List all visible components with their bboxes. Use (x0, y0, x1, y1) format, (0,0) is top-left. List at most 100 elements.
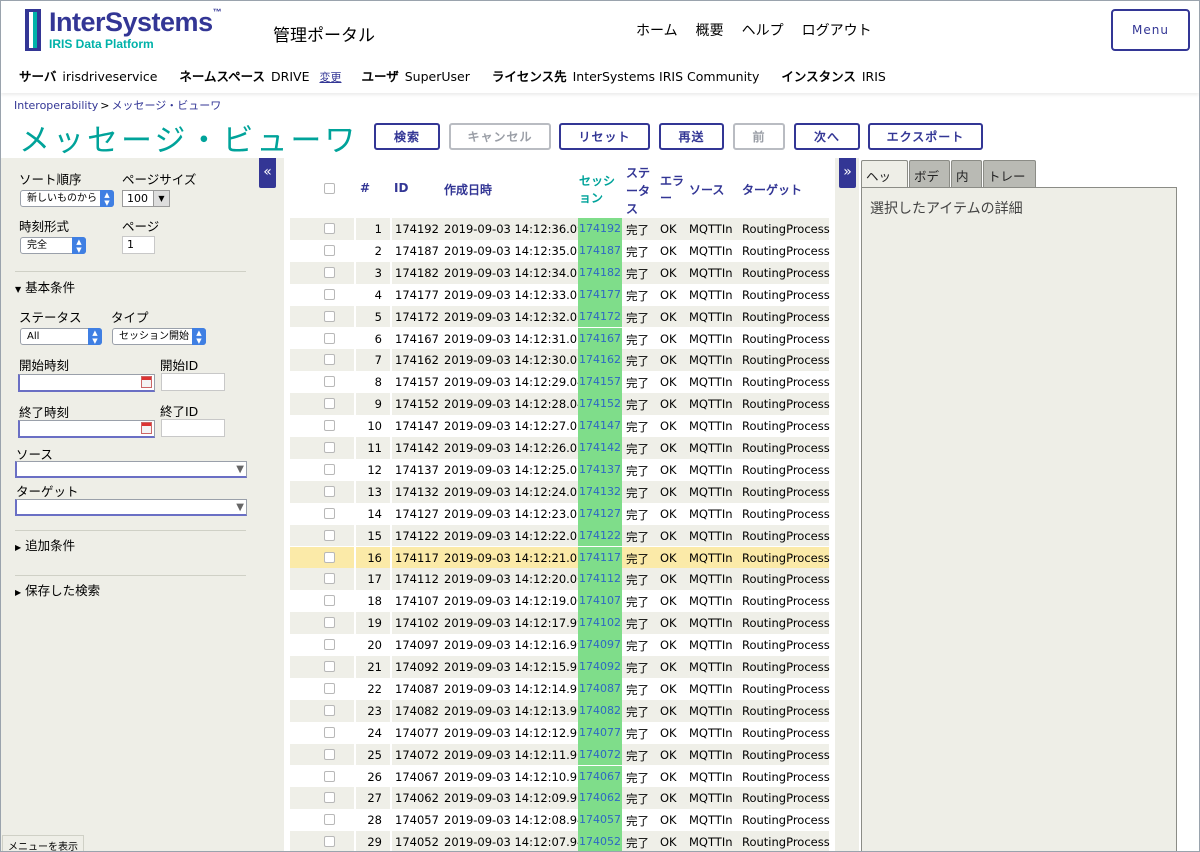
row-checkbox[interactable] (324, 223, 335, 234)
breadcrumb-interoperability-link[interactable]: Interoperability (14, 99, 98, 112)
intersystems-logo[interactable]: InterSystems™ IRIS Data Platform (23, 7, 223, 53)
row-session-link[interactable]: 174177 (578, 283, 622, 306)
row-session-link[interactable]: 174147 (578, 415, 622, 437)
row-session-link[interactable]: 174107 (578, 590, 622, 613)
table-row[interactable]: 8 174157 2019-09-03 14:12:29.045 174157 完了 OK… (290, 371, 830, 394)
table-row[interactable]: 16 174117 2019-09-03 14:12:21.015 174117 完了 O… (290, 546, 830, 569)
row-session-link[interactable]: 174072 (578, 743, 622, 766)
reset-button[interactable]: リセット (559, 123, 650, 150)
row-session-link[interactable]: 174122 (578, 524, 622, 547)
row-checkbox[interactable] (324, 529, 335, 541)
row-session-link[interactable]: 174057 (578, 809, 622, 832)
table-row[interactable]: 15 174122 2019-09-03 14:12:22.020 174122 完了 O… (290, 524, 830, 547)
row-session-link[interactable]: 174102 (578, 612, 622, 635)
row-checkbox[interactable] (324, 661, 335, 672)
type-select[interactable]: セッション開始 ▲ ▼ (112, 328, 206, 345)
row-session-link[interactable]: 174162 (578, 349, 622, 372)
table-row[interactable]: 24 174077 2019-09-03 14:12:12.967 174077 完了 O… (290, 721, 830, 744)
row-session-link[interactable]: 174167 (578, 327, 622, 350)
cancel-button[interactable]: キャンセル (449, 123, 551, 150)
row-checkbox[interactable] (324, 266, 335, 278)
row-session-link[interactable]: 174182 (578, 261, 622, 284)
col-header-target[interactable]: ターゲット (742, 181, 802, 198)
change-namespace-link[interactable]: 変更 (319, 71, 341, 84)
table-row[interactable]: 4 174177 2019-09-03 14:12:33.070 174177 完了 OK… (290, 283, 830, 306)
time-format-select[interactable]: 完全 ▲ ▼ (20, 237, 86, 254)
expand-right-panel-button[interactable]: » (839, 158, 856, 188)
row-checkbox[interactable] (324, 792, 335, 804)
row-session-link[interactable]: 174052 (578, 831, 622, 851)
basic-conditions-toggle[interactable]: ▼ 基本条件 (15, 277, 75, 296)
col-header-session[interactable]: セッション (579, 173, 619, 207)
combo-arrow-icon[interactable]: ▼ (236, 464, 244, 475)
table-row[interactable]: 19 174102 2019-09-03 14:12:17.995 174102 完了 O… (290, 612, 830, 635)
row-checkbox[interactable] (324, 814, 335, 826)
export-button[interactable]: エクスポート (868, 123, 983, 150)
tab-trace[interactable]: トレース (983, 160, 1036, 203)
page-input[interactable]: 1 (122, 236, 155, 254)
col-header-created[interactable]: 作成日時 (444, 181, 492, 198)
table-row[interactable]: 18 174107 2019-09-03 14:12:19.002 174107 完了 O… (290, 590, 830, 613)
row-checkbox[interactable] (324, 682, 335, 694)
row-session-link[interactable]: 174117 (578, 546, 622, 569)
row-checkbox[interactable] (324, 442, 335, 453)
calendar-icon[interactable] (141, 422, 152, 434)
table-row[interactable]: 28 174057 2019-09-03 14:12:08.945 174057 完了 O… (290, 809, 830, 832)
row-session-link[interactable]: 174137 (578, 458, 622, 481)
nav-home-link[interactable]: ホーム (636, 20, 678, 40)
row-checkbox[interactable] (324, 244, 335, 256)
saved-searches-toggle[interactable]: ▶ 保存した検索 (15, 580, 100, 599)
row-session-link[interactable]: 174112 (578, 568, 622, 591)
row-checkbox[interactable] (324, 836, 335, 848)
table-row[interactable]: 5 174172 2019-09-03 14:12:32.064 174172 完了 OK… (290, 305, 830, 328)
row-checkbox[interactable] (324, 288, 335, 300)
tab-body[interactable]: ボディ (909, 160, 950, 203)
col-header-error[interactable]: エラー (660, 173, 686, 207)
target-combobox[interactable]: ▼ (15, 499, 247, 516)
table-row[interactable]: 7 174162 2019-09-03 14:12:30.052 174162 完了 OK… (290, 349, 830, 372)
table-row[interactable]: 21 174092 2019-09-03 14:12:15.982 174092 完了 O… (290, 656, 830, 678)
calendar-icon[interactable] (141, 376, 152, 388)
menu-button[interactable]: Menu (1111, 9, 1190, 51)
row-checkbox[interactable] (324, 573, 335, 585)
next-button[interactable]: 次へ (794, 123, 860, 150)
table-row[interactable]: 13 174132 2019-09-03 14:12:24.012 174132 完了 O… (290, 480, 830, 503)
row-checkbox[interactable] (324, 551, 335, 563)
row-checkbox[interactable] (324, 420, 335, 432)
extra-conditions-toggle[interactable]: ▶ 追加条件 (15, 535, 75, 554)
row-checkbox[interactable] (324, 398, 335, 410)
row-session-link[interactable]: 174157 (578, 371, 622, 394)
table-row[interactable]: 1 174192 2019-09-03 14:12:36.099 174192 完了 OK… (290, 218, 830, 240)
row-checkbox[interactable] (324, 704, 335, 716)
row-session-link[interactable]: 174152 (578, 393, 622, 416)
table-row[interactable]: 25 174072 2019-09-03 14:12:11.962 174072 完了 O… (290, 743, 830, 766)
row-checkbox[interactable] (324, 726, 335, 738)
table-row[interactable]: 11 174142 2019-09-03 14:12:26.023 174142 完了 O… (290, 437, 830, 459)
table-row[interactable]: 17 174112 2019-09-03 14:12:20.009 174112 完了 O… (290, 568, 830, 591)
combo-arrow-icon[interactable]: ▼ (236, 502, 244, 513)
nav-help-link[interactable]: ヘルプ (742, 20, 784, 40)
row-checkbox[interactable] (324, 595, 335, 607)
row-session-link[interactable]: 174067 (578, 765, 622, 788)
row-checkbox[interactable] (324, 748, 335, 760)
col-header-id[interactable]: ID (394, 181, 408, 195)
start-id-input[interactable] (161, 373, 225, 391)
source-combobox[interactable]: ▼ (15, 461, 247, 478)
status-select[interactable]: All ▲ ▼ (20, 328, 102, 345)
row-checkbox[interactable] (324, 354, 335, 366)
table-row[interactable]: 26 174067 2019-09-03 14:12:10.953 174067 完了 O… (290, 765, 830, 788)
table-row[interactable]: 12 174137 2019-09-03 14:12:25.014 174137 完了 O… (290, 458, 830, 481)
tab-header[interactable]: ヘッダ (861, 160, 908, 203)
start-time-input[interactable] (18, 374, 155, 392)
row-checkbox[interactable] (324, 310, 335, 322)
page-size-select[interactable]: 100 ▼ (122, 190, 170, 207)
row-checkbox[interactable] (324, 376, 335, 388)
table-row[interactable]: 22 174087 2019-09-03 14:12:14.978 174087 完了 O… (290, 677, 830, 700)
row-session-link[interactable]: 174097 (578, 634, 622, 656)
col-header-source[interactable]: ソース (689, 181, 724, 198)
table-row[interactable]: 9 174152 2019-09-03 14:12:28.042 174152 完了 OK… (290, 393, 830, 416)
end-id-input[interactable] (161, 419, 225, 437)
row-checkbox[interactable] (324, 463, 335, 475)
table-row[interactable]: 23 174082 2019-09-03 14:12:13.972 174082 完了 O… (290, 699, 830, 722)
col-header-status[interactable]: ステータス (626, 164, 650, 218)
